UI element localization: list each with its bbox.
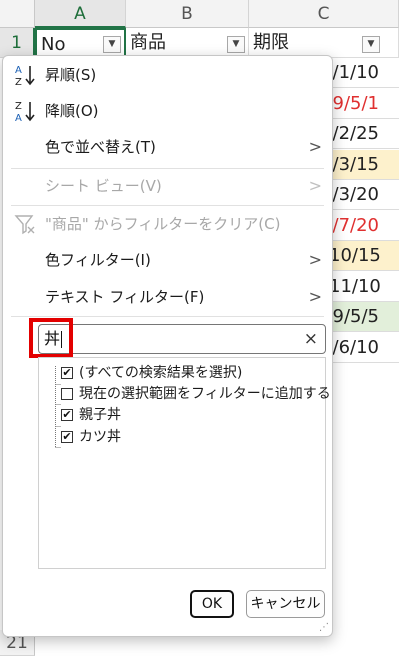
chevron-right-icon: >	[308, 176, 322, 195]
chevron-right-icon: >	[308, 137, 322, 156]
date-cell[interactable]: /7/20	[329, 210, 399, 241]
checkbox-checked[interactable]: ✔	[61, 367, 73, 379]
filter-value-label: カツ丼	[79, 429, 121, 445]
autofilter-dropdown: A Z 昇順(S) Z A 降順(O) 色で並べ替え(T) > シート ビュー(…	[2, 55, 333, 637]
date-cell[interactable]: /3/15	[329, 149, 399, 180]
checkbox-unchecked[interactable]	[61, 388, 73, 400]
date-cell[interactable]: /3/20	[329, 180, 399, 210]
color-filter-label: 色フィルター(I)	[45, 251, 151, 269]
checkbox-checked[interactable]: ✔	[61, 431, 73, 443]
column-header-a[interactable]: A	[35, 0, 126, 28]
ok-button[interactable]: OK	[190, 590, 234, 618]
clear-filter-item: "商品" からフィルターをクリア(C)	[3, 207, 332, 241]
sheet-view-item: シート ビュー(V) >	[3, 169, 332, 203]
filter-dropdown-c[interactable]: ▼	[362, 36, 380, 53]
cell-a1-text: No	[41, 34, 66, 55]
sort-descending-label: 降順(O)	[45, 102, 99, 120]
chevron-right-icon: >	[308, 250, 322, 269]
sort-ascending-item[interactable]: A Z 昇順(S)	[3, 58, 332, 92]
svg-text:A: A	[15, 113, 22, 123]
sort-descending-item[interactable]: Z A 降順(O)	[3, 94, 332, 128]
filter-search-input[interactable]: 丼 ×	[38, 324, 326, 354]
resize-grip-icon[interactable]: ⋰	[319, 622, 329, 633]
column-header-c[interactable]: C	[249, 0, 399, 28]
svg-text:Z: Z	[15, 101, 22, 112]
checkbox-checked[interactable]: ✔	[61, 409, 73, 421]
date-cell[interactable]: /6/10	[329, 332, 399, 363]
date-cell[interactable]: 10/15	[329, 241, 399, 271]
date-cell[interactable]: /1/10	[329, 58, 399, 88]
sort-by-color-label: 色で並べ替え(T)	[45, 138, 156, 156]
chevron-right-icon: >	[308, 287, 322, 306]
select-all-corner[interactable]	[0, 0, 35, 28]
filter-dropdown-a[interactable]: ▼	[103, 36, 121, 53]
menu-separator	[11, 205, 324, 206]
date-cell[interactable]: 9/5/5	[329, 302, 399, 332]
date-cell[interactable]: 9/5/1	[329, 88, 399, 119]
clear-filter-icon	[14, 215, 35, 235]
sheet-view-label: シート ビュー(V)	[45, 177, 162, 195]
filter-value-label: 親子丼	[79, 407, 121, 423]
cancel-button[interactable]: キャンセル	[246, 590, 325, 618]
filter-dropdown-b[interactable]: ▼	[227, 36, 245, 53]
cell-b1-text: 商品	[130, 32, 166, 53]
sort-by-color-item[interactable]: 色で並べ替え(T) >	[3, 130, 332, 164]
column-header-b[interactable]: B	[126, 0, 249, 28]
annotation-highlight	[29, 318, 73, 358]
sort-ascending-icon: A Z	[15, 65, 35, 87]
clear-search-icon[interactable]: ×	[304, 327, 318, 351]
text-filter-label: テキスト フィルター(F)	[45, 288, 205, 306]
sort-ascending-label: 昇順(S)	[45, 66, 97, 84]
sort-descending-icon: Z A	[15, 101, 35, 123]
svg-text:Z: Z	[15, 77, 22, 87]
color-filter-item[interactable]: 色フィルター(I) >	[3, 243, 332, 277]
menu-separator	[11, 316, 324, 317]
date-cell[interactable]: /2/25	[329, 119, 399, 149]
date-cell[interactable]: 11/10	[329, 271, 399, 302]
text-filter-item[interactable]: テキスト フィルター(F) >	[3, 280, 332, 314]
row-header-1[interactable]: 1	[0, 28, 35, 58]
filter-values-list[interactable]: ✔ (すべての検索結果を選択) 現在の選択範囲をフィルターに追加する ✔ 親子丼…	[38, 357, 331, 569]
svg-text:A: A	[15, 65, 22, 76]
add-to-filter-label: 現在の選択範囲をフィルターに追加する	[79, 386, 331, 402]
clear-filter-label: "商品" からフィルターをクリア(C)	[45, 215, 281, 233]
select-all-results-label: (すべての検索結果を選択)	[79, 365, 243, 381]
cell-c1-text: 期限	[253, 32, 289, 53]
